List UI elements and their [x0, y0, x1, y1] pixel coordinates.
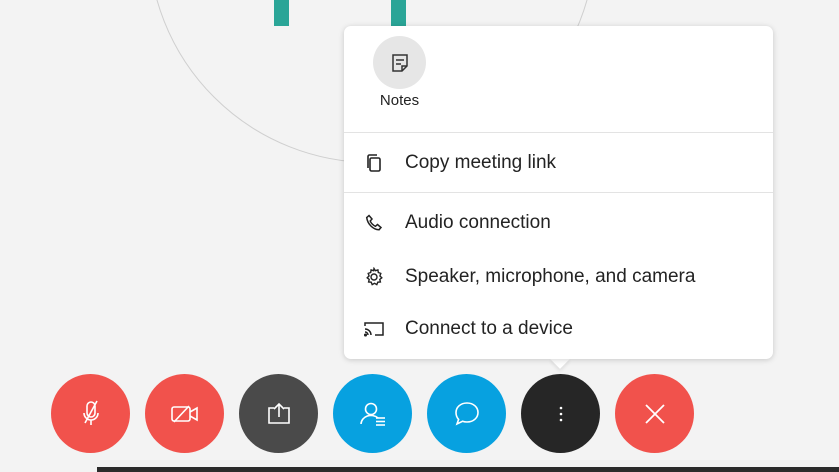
audio-connection-item[interactable]: Audio connection [344, 201, 773, 245]
chat-button[interactable] [427, 374, 506, 453]
menu-divider [344, 132, 773, 133]
copy-meeting-link-label: Copy meeting link [405, 152, 557, 173]
close-icon [642, 401, 668, 427]
copy-icon [363, 152, 385, 174]
chat-icon [452, 399, 482, 429]
gear-icon [363, 266, 385, 288]
connect-to-device-label: Connect to a device [405, 318, 573, 339]
cast-icon [363, 318, 385, 340]
more-options-button[interactable] [521, 374, 600, 453]
notes-icon [373, 36, 426, 89]
notes-label: Notes [379, 92, 420, 109]
speaker-microphone-camera-label: Speaker, microphone, and camera [405, 266, 696, 287]
phone-icon [363, 212, 385, 234]
participants-button[interactable] [333, 374, 412, 453]
more-options-menu: Notes Copy meeting link Audio connection [344, 26, 773, 359]
notes-button[interactable]: Notes [344, 26, 454, 133]
video-button[interactable] [145, 374, 224, 453]
speaker-microphone-camera-item[interactable]: Speaker, microphone, and camera [344, 255, 773, 299]
more-options-icon [558, 404, 564, 424]
microphone-off-icon [78, 399, 104, 429]
participants-icon [358, 399, 388, 429]
mute-button[interactable] [51, 374, 130, 453]
audio-level-bar [391, 0, 406, 26]
copy-meeting-link-item[interactable]: Copy meeting link [344, 141, 773, 185]
audio-level-bar [274, 0, 289, 26]
taskbar-edge [97, 467, 839, 472]
leave-meeting-button[interactable] [615, 374, 694, 453]
share-button[interactable] [239, 374, 318, 453]
video-off-icon [169, 402, 201, 426]
menu-divider [344, 192, 773, 193]
meeting-stage: Notes Copy meeting link Audio connection [0, 0, 839, 472]
share-screen-icon [264, 400, 294, 428]
connect-to-device-item[interactable]: Connect to a device [344, 307, 773, 351]
audio-connection-label: Audio connection [405, 212, 551, 233]
